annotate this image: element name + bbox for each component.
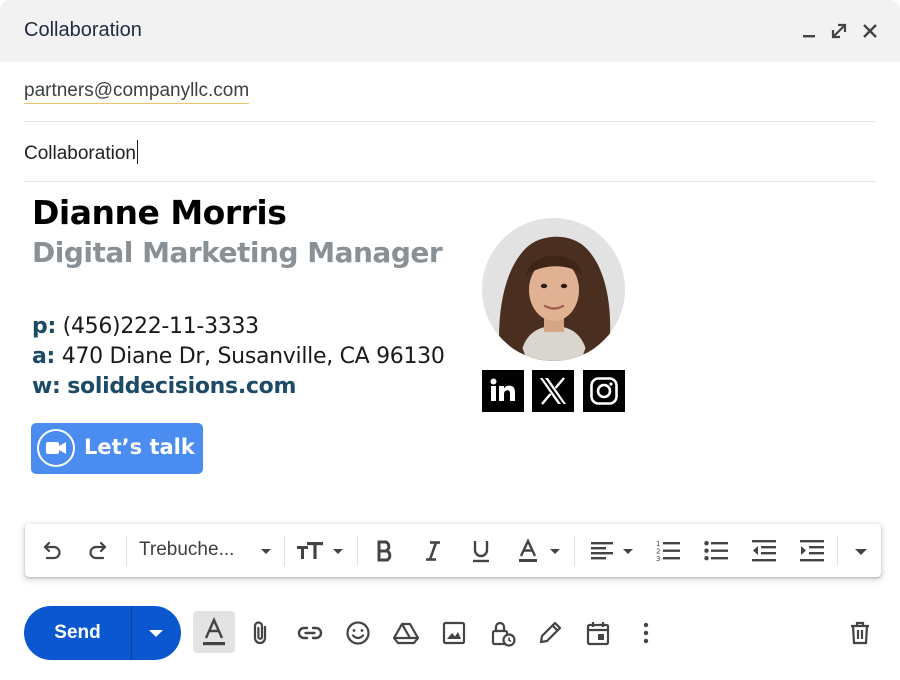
lets-talk-button[interactable]: Let’s talk xyxy=(31,423,203,474)
undo-icon[interactable] xyxy=(38,538,64,564)
indent-less-icon[interactable] xyxy=(751,538,777,564)
align-icon[interactable] xyxy=(589,538,637,564)
formatting-toolbar: Trebuche... 1 2 3 xyxy=(25,524,881,577)
expand-icon[interactable] xyxy=(828,20,850,42)
trash-icon[interactable] xyxy=(846,619,874,647)
text-caret xyxy=(136,140,138,164)
signature-name: Dianne Morris xyxy=(32,193,287,232)
signature-job-title: Digital Marketing Manager xyxy=(32,236,443,269)
address-label: a: xyxy=(32,344,56,369)
numbered-list-icon[interactable]: 1 2 3 xyxy=(655,538,681,564)
bold-icon[interactable] xyxy=(372,538,398,564)
recipient-chip[interactable]: partners@companyllc.com xyxy=(24,80,250,104)
signature-icon[interactable] xyxy=(536,619,564,647)
toolbar-divider xyxy=(574,536,575,566)
link-icon[interactable] xyxy=(296,619,324,647)
attach-icon[interactable] xyxy=(247,619,275,647)
signature-address-line: a: 470 Diane Dr, Susanville, CA 96130 xyxy=(32,344,445,369)
photo-icon[interactable] xyxy=(440,619,468,647)
subject-input[interactable]: Collaboration xyxy=(24,140,138,165)
toolbar-divider xyxy=(837,536,838,566)
send-button-group: Send xyxy=(24,606,181,660)
more-formatting-icon[interactable] xyxy=(851,538,871,564)
compose-title-bar[interactable]: Collaboration xyxy=(0,0,900,62)
address-value: 470 Diane Dr, Susanville, CA 96130 xyxy=(61,344,445,369)
emoji-icon[interactable] xyxy=(344,619,372,647)
minimize-icon[interactable] xyxy=(798,20,820,42)
chevron-down-icon xyxy=(257,538,275,564)
avatar xyxy=(482,218,625,361)
text-size-icon[interactable] xyxy=(297,538,347,564)
website-link[interactable]: soliddecisions.com xyxy=(67,374,296,399)
website-label: w: xyxy=(32,374,61,399)
underline-icon[interactable] xyxy=(468,538,494,564)
more-options-icon[interactable] xyxy=(632,619,660,647)
signature-website-line: w: soliddecisions.com xyxy=(32,374,296,399)
formatting-options-icon[interactable] xyxy=(193,611,235,653)
svg-text:3: 3 xyxy=(656,555,660,563)
toolbar-divider xyxy=(126,536,127,566)
drive-icon[interactable] xyxy=(392,619,420,647)
confidential-icon[interactable] xyxy=(488,619,516,647)
bulleted-list-icon[interactable] xyxy=(703,538,729,564)
send-button[interactable]: Send xyxy=(24,606,131,660)
italic-icon[interactable] xyxy=(420,538,446,564)
toolbar-divider xyxy=(284,536,285,566)
text-color-icon[interactable] xyxy=(516,538,564,564)
recipients-field[interactable]: partners@companyllc.com xyxy=(24,62,876,122)
compose-title: Collaboration xyxy=(24,19,142,41)
linkedin-icon[interactable] xyxy=(482,370,524,412)
redo-icon[interactable] xyxy=(86,538,112,564)
toolbar-divider xyxy=(357,536,358,566)
schedule-send-dropdown[interactable] xyxy=(132,606,181,660)
close-icon[interactable] xyxy=(859,20,881,42)
instagram-icon[interactable] xyxy=(583,370,625,412)
video-camera-icon xyxy=(37,429,75,467)
subject-field[interactable]: Collaboration xyxy=(24,122,876,182)
phone-value: (456)222-11-3333 xyxy=(62,314,260,339)
phone-label: p: xyxy=(32,314,56,339)
lets-talk-label: Let’s talk xyxy=(84,435,195,459)
font-name: Trebuche... xyxy=(139,539,235,560)
schedule-icon[interactable] xyxy=(584,619,612,647)
x-icon[interactable] xyxy=(532,370,574,412)
indent-more-icon[interactable] xyxy=(799,538,825,564)
signature-phone-line: p: (456)222-11-3333 xyxy=(32,314,259,339)
chevron-down-icon xyxy=(149,630,163,637)
subject-text: Collaboration xyxy=(24,143,136,164)
